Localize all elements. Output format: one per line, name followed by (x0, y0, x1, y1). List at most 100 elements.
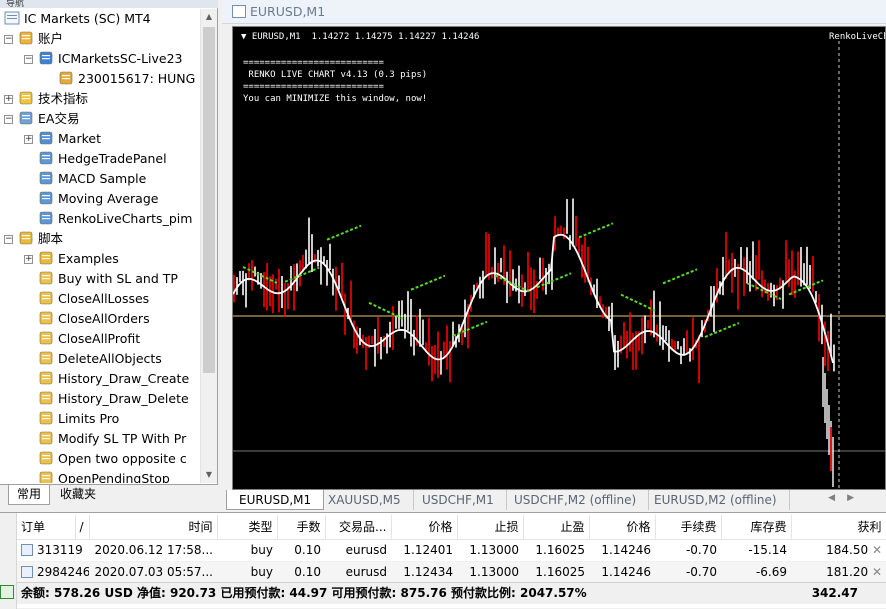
tree-expander-icon[interactable]: + (24, 255, 33, 264)
tree-item-label: ICMarketsSC-Live23 (58, 51, 183, 66)
tree-item-label: EA交易 (38, 111, 80, 126)
tab-common[interactable]: 常用 (8, 485, 51, 505)
order-lots: 0.10 (277, 561, 325, 584)
col-lots[interactable]: 手数 (277, 515, 326, 540)
tree-item[interactable]: 账户 (18, 29, 63, 49)
tree-item[interactable]: DeleteAllObjects (38, 349, 162, 369)
tree-item[interactable]: HedgeTradePanel (38, 149, 167, 169)
signal-dash (704, 322, 740, 338)
tree-item-label: Modify SL TP With Pr (58, 431, 187, 446)
script-icon (39, 291, 53, 305)
tree-item[interactable]: 230015617: HUNG (58, 69, 195, 89)
col-time[interactable]: 时间 (89, 515, 218, 540)
close-order-icon[interactable]: ✕ (872, 543, 882, 557)
tree-item-label: 技术指标 (38, 91, 89, 106)
signal-dash (494, 274, 530, 293)
tree-item[interactable]: Examples (38, 249, 119, 269)
scrollbar-thumb[interactable] (203, 27, 215, 373)
chart-tab-eurusd-m2-offline[interactable]: EURUSD,M2 (offline) (642, 490, 790, 510)
tree-item[interactable]: Moving Average (38, 189, 158, 209)
col-sort-icon[interactable]: / (75, 515, 90, 540)
tree-item[interactable]: CloseAllLosses (38, 289, 149, 309)
tree-item[interactable]: RenkoLiveCharts_pim (38, 209, 192, 229)
tree-item[interactable]: History_Draw_Create (38, 369, 189, 389)
tree-expander-icon[interactable]: − (24, 55, 33, 64)
col-ticket[interactable]: 订单 (17, 515, 76, 540)
col-sl[interactable]: 止损 (457, 515, 524, 540)
signal-dash (620, 293, 656, 312)
orders-table: 订单 / 时间 类型 手数 交易品... 价格 止损 止盈 价格 手续费 库存费… (17, 515, 886, 584)
col-price[interactable]: 价格 (589, 515, 656, 540)
tree-expander-icon[interactable]: − (4, 235, 13, 244)
tab-favorites[interactable]: 收藏夹 (52, 485, 104, 505)
order-type: buy (217, 561, 277, 584)
renko-object-label: RenkoLiveCha (829, 32, 885, 42)
close-order-icon[interactable]: ✕ (872, 565, 882, 579)
col-symbol[interactable]: 交易品... (325, 515, 392, 540)
script-icon (39, 271, 53, 285)
tree-item[interactable]: History_Draw_Delete (38, 389, 189, 409)
tree-item[interactable]: 技术指标 (18, 89, 88, 109)
tree-item[interactable]: CloseAllOrders (38, 309, 150, 329)
tree-item-label: RenkoLiveCharts_pim (58, 211, 193, 226)
order-sl: 1.13000 (457, 539, 523, 562)
col-open-price[interactable]: 价格 (391, 515, 458, 540)
chart-window-icon (232, 5, 246, 18)
tree-item-label: OpenPendingStop (58, 471, 170, 483)
market-icon (39, 131, 53, 145)
script-folder-icon (39, 251, 53, 265)
order-type: buy (217, 539, 277, 562)
tree-item[interactable]: 脚本 (18, 229, 63, 249)
tree-expander-icon[interactable]: + (4, 95, 13, 104)
order-sl: 1.13000 (457, 561, 523, 584)
table-row[interactable]: 313119 2020.06.12 17:58... buy 0.10 euru… (17, 539, 886, 562)
tree-expander-icon[interactable]: − (4, 115, 13, 124)
signal-dash (578, 222, 614, 239)
tree-item[interactable]: Open two opposite c (38, 449, 187, 469)
script-icon (39, 351, 53, 365)
order-price: 1.14246 (589, 561, 655, 584)
script-icon (39, 391, 53, 405)
order-profit: 181.20 ✕ (791, 561, 886, 584)
tree-item[interactable]: Limits Pro (38, 409, 119, 429)
order-profit-text: 184.50 (826, 543, 869, 557)
col-tp[interactable]: 止盈 (523, 515, 590, 540)
col-type[interactable]: 类型 (217, 515, 278, 540)
expert-icon (39, 191, 53, 205)
order-profit-text: 181.20 (826, 565, 869, 579)
scroll-up-icon[interactable]: ▲ (201, 9, 217, 25)
chart-tab-usdchf-m2-offline[interactable]: USDCHF,M2 (offline) (502, 490, 650, 510)
price-chart[interactable]: ▼ EURUSD,M1 1.14272 1.14275 1.14227 1.14… (232, 26, 886, 490)
terminal-icon (4, 11, 20, 25)
tree-item[interactable]: Modify SL TP With Pr (38, 429, 186, 449)
chart-symbol-header: ▼ EURUSD,M1 1.14272 1.14275 1.14227 1.14… (241, 32, 480, 42)
signal-dash (284, 266, 320, 283)
col-profit[interactable]: 获利 (791, 515, 886, 540)
tree-item[interactable]: Buy with SL and TP (38, 269, 178, 289)
navigator-tree: IC Markets (SC) MT4 − 账户 − ICMarketsSC-Live… (0, 9, 200, 483)
scroll-down-icon[interactable]: ▼ (201, 467, 217, 483)
col-swap[interactable]: 库存费 (721, 515, 792, 540)
tree-item[interactable]: CloseAllProfit (38, 329, 140, 349)
tree-item[interactable]: EA交易 (18, 109, 79, 129)
tree-root[interactable]: IC Markets (SC) MT4 (4, 9, 151, 29)
tree-item-label: HedgeTradePanel (58, 151, 167, 166)
order-ticket-text: 313119 (37, 543, 83, 557)
tab-scroll-arrows[interactable]: ◀▶ (828, 493, 866, 503)
chart-tab-eurusd-m1[interactable]: EURUSD,M1 (226, 490, 325, 510)
expert-icon (39, 171, 53, 185)
tree-item[interactable]: MACD Sample (38, 169, 146, 189)
chart-tab-usdchf-m1[interactable]: USDCHF,M1 (410, 490, 507, 510)
chart-tab-xauusd-m5[interactable]: XAUUSD,M5 (316, 490, 414, 510)
tree-item[interactable]: OpenPendingStop (38, 469, 170, 483)
tree-expander-icon[interactable]: − (4, 35, 13, 44)
tree-expander-icon[interactable]: + (24, 135, 33, 144)
navigator-scrollbar[interactable]: ▲ ▼ (200, 9, 217, 483)
col-commission[interactable]: 手续费 (655, 515, 722, 540)
table-row[interactable]: 2984246 2020.07.03 05:57... buy 0.10 eur… (17, 561, 886, 584)
tree-item[interactable]: ICMarketsSC-Live23 (38, 49, 183, 69)
balance-icon (0, 585, 14, 599)
tree-item[interactable]: Market (38, 129, 101, 149)
indicators-icon (19, 91, 33, 105)
order-time: 2020.07.03 05:57... (89, 561, 217, 584)
